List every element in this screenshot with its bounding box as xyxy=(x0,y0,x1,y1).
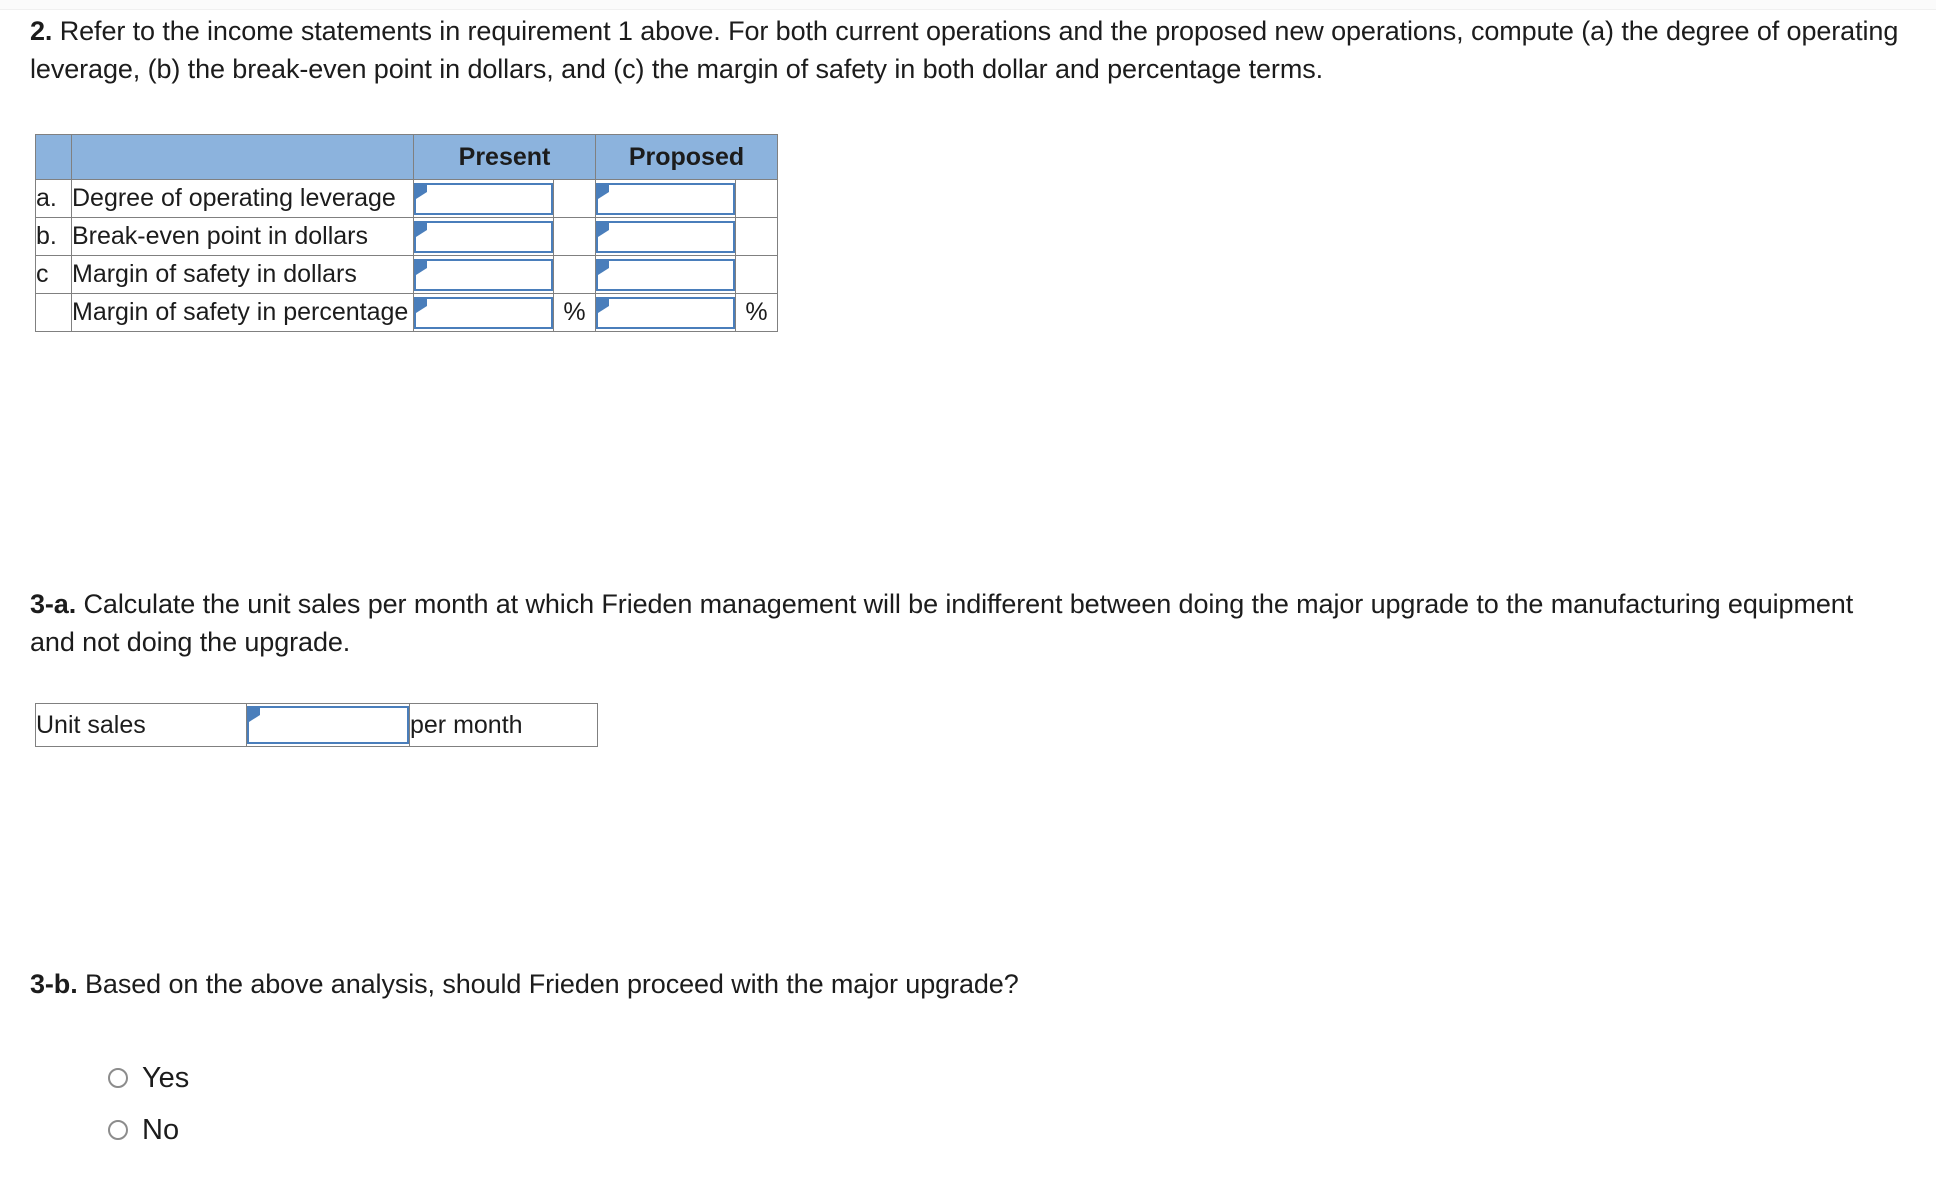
proposed-value-input-bep[interactable] xyxy=(596,220,735,253)
present-value-input-mos-dollars[interactable] xyxy=(414,258,553,291)
requirement-2-answer-table: Present Proposed a. Degree of operating … xyxy=(35,134,778,332)
header-blank-letter xyxy=(35,134,72,180)
table-row: b. Break-even point in dollars xyxy=(35,217,778,256)
proposed-value-input-mos-dollars[interactable] xyxy=(596,258,735,291)
row-letter: b. xyxy=(35,217,72,256)
row-label: Margin of safety in percentage xyxy=(71,293,414,332)
unit-sales-suffix: per month xyxy=(409,703,598,747)
radio-no-label: No xyxy=(142,1113,180,1146)
input-wrapper xyxy=(596,296,735,329)
proposed-suffix xyxy=(735,179,778,218)
present-input-cell xyxy=(413,255,554,294)
radio-yes-label: Yes xyxy=(142,1061,190,1094)
unit-sales-label: Unit sales xyxy=(35,703,247,747)
proposed-suffix xyxy=(735,255,778,294)
present-value-input-bep[interactable] xyxy=(414,220,553,253)
row-label: Break-even point in dollars xyxy=(71,217,414,256)
proposed-input-cell xyxy=(595,179,736,218)
input-wrapper xyxy=(414,296,553,329)
present-suffix xyxy=(553,179,596,218)
row-label: Degree of operating leverage xyxy=(71,179,414,218)
worksheet-page: 2. Refer to the income statements in req… xyxy=(0,0,1936,1192)
input-wrapper xyxy=(596,258,735,291)
header-proposed: Proposed xyxy=(595,134,778,180)
radio-yes-icon[interactable] xyxy=(108,1068,128,1088)
requirement-3a-answer-table: Unit sales per month xyxy=(35,703,598,747)
proposed-input-cell xyxy=(595,217,736,256)
input-wrapper xyxy=(414,258,553,291)
row-letter: a. xyxy=(35,179,72,218)
present-input-cell xyxy=(413,179,554,218)
row-letter: c xyxy=(35,255,72,294)
input-wrapper xyxy=(596,182,735,215)
table-row: Unit sales per month xyxy=(35,703,598,747)
present-input-cell xyxy=(413,293,554,332)
question-3a-text: 3-a. Calculate the unit sales per month … xyxy=(30,585,1860,661)
question-3a-body: Calculate the unit sales per month at wh… xyxy=(30,589,1854,657)
question-2-body: Refer to the income statements in requir… xyxy=(30,16,1899,84)
input-wrapper xyxy=(414,182,553,215)
question-3b-body: Based on the above analysis, should Frie… xyxy=(77,969,1019,999)
input-wrapper xyxy=(247,706,409,744)
question-3b-text: 3-b. Based on the above analysis, should… xyxy=(30,965,1530,1003)
present-percent-symbol: % xyxy=(553,293,596,332)
radio-option-no[interactable]: No xyxy=(108,1104,189,1156)
present-input-cell xyxy=(413,217,554,256)
upgrade-decision-radio-group: Yes No xyxy=(108,1052,189,1156)
table-header-row: Present Proposed xyxy=(35,134,778,180)
proposed-value-input-dol[interactable] xyxy=(596,182,735,215)
header-blank-label xyxy=(71,134,414,180)
proposed-input-cell xyxy=(595,293,736,332)
unit-sales-input-cell xyxy=(246,703,410,747)
top-divider-strip xyxy=(0,0,1936,10)
proposed-suffix xyxy=(735,217,778,256)
question-3b-number: 3-b. xyxy=(30,969,78,999)
question-3a-number: 3-a. xyxy=(30,589,77,619)
input-wrapper xyxy=(596,220,735,253)
table-row: c Margin of safety in dollars xyxy=(35,255,778,294)
row-letter xyxy=(35,293,72,332)
present-value-input-mos-percent[interactable] xyxy=(414,296,553,329)
question-2-number: 2. xyxy=(30,16,53,46)
present-value-input-dol[interactable] xyxy=(414,182,553,215)
input-wrapper xyxy=(414,220,553,253)
proposed-percent-symbol: % xyxy=(735,293,778,332)
present-suffix xyxy=(553,255,596,294)
radio-no-icon[interactable] xyxy=(108,1120,128,1140)
question-2-text: 2. Refer to the income statements in req… xyxy=(30,12,1920,88)
row-label: Margin of safety in dollars xyxy=(71,255,414,294)
table-row: a. Degree of operating leverage xyxy=(35,179,778,218)
proposed-value-input-mos-percent[interactable] xyxy=(596,296,735,329)
present-suffix xyxy=(553,217,596,256)
unit-sales-input[interactable] xyxy=(247,706,409,744)
table-row: Margin of safety in percentage % % xyxy=(35,293,778,332)
header-present: Present xyxy=(413,134,596,180)
proposed-input-cell xyxy=(595,255,736,294)
radio-option-yes[interactable]: Yes xyxy=(108,1052,189,1104)
